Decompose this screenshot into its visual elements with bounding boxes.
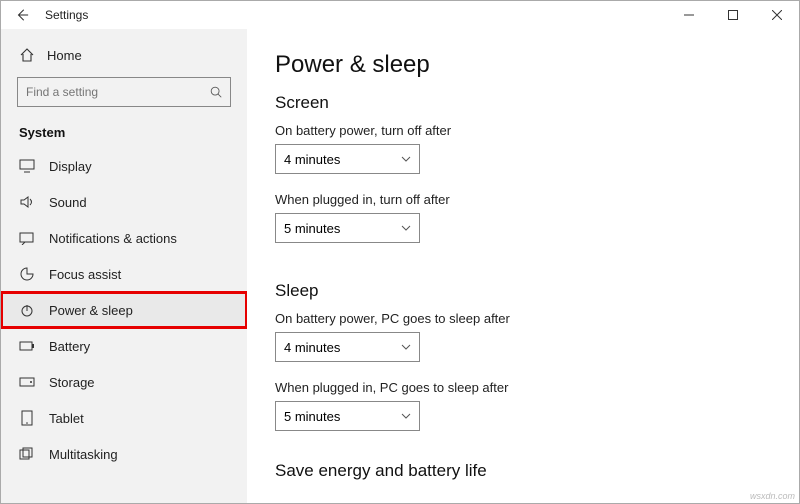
sidebar-item-label: Sound	[49, 195, 87, 210]
sidebar-item-battery[interactable]: Battery	[1, 328, 247, 364]
sleep-battery-dropdown[interactable]: 4 minutes	[275, 332, 420, 362]
focus-icon	[19, 266, 35, 282]
sound-icon	[19, 195, 35, 209]
nav-list: Display Sound Notifications & actions	[1, 148, 247, 503]
search-icon	[209, 85, 223, 99]
save-energy-heading: Save energy and battery life	[275, 461, 799, 481]
sleep-plugged-dropdown[interactable]: 5 minutes	[275, 401, 420, 431]
power-icon	[19, 302, 35, 318]
sidebar-item-notifications[interactable]: Notifications & actions	[1, 220, 247, 256]
settings-window: Settings Home	[0, 0, 800, 504]
sidebar-item-multitasking[interactable]: Multitasking	[1, 436, 247, 472]
search-input[interactable]	[17, 77, 231, 107]
home-nav[interactable]: Home	[1, 39, 247, 71]
dropdown-value: 5 minutes	[284, 409, 340, 424]
chevron-down-icon	[401, 413, 411, 419]
sidebar-item-label: Storage	[49, 375, 95, 390]
dropdown-value: 5 minutes	[284, 221, 340, 236]
sidebar-item-label: Power & sleep	[49, 303, 133, 318]
sleep-battery-label: On battery power, PC goes to sleep after	[275, 311, 799, 326]
maximize-button[interactable]	[711, 1, 755, 29]
sidebar-item-label: Tablet	[49, 411, 84, 426]
back-button[interactable]	[15, 8, 29, 22]
sidebar-item-tablet[interactable]: Tablet	[1, 400, 247, 436]
notifications-icon	[19, 231, 35, 245]
screen-plugged-label: When plugged in, turn off after	[275, 192, 799, 207]
page-title: Power & sleep	[275, 51, 799, 79]
sidebar-item-power[interactable]: Power & sleep	[1, 292, 247, 328]
sidebar-item-label: Notifications & actions	[49, 231, 177, 246]
storage-icon	[19, 376, 35, 388]
minimize-button[interactable]	[667, 1, 711, 29]
screen-heading: Screen	[275, 93, 799, 113]
sidebar-item-storage[interactable]: Storage	[1, 364, 247, 400]
sidebar-item-label: Multitasking	[49, 447, 118, 462]
titlebar: Settings	[1, 1, 799, 29]
category-heading: System	[1, 121, 247, 148]
sleep-heading: Sleep	[275, 281, 799, 301]
close-button[interactable]	[755, 1, 799, 29]
sidebar: Home System Display	[1, 29, 247, 503]
sidebar-item-sound[interactable]: Sound	[1, 184, 247, 220]
sidebar-item-label: Battery	[49, 339, 90, 354]
home-icon	[19, 47, 35, 63]
screen-plugged-dropdown[interactable]: 5 minutes	[275, 213, 420, 243]
display-icon	[19, 159, 35, 173]
home-label: Home	[47, 48, 82, 63]
multitasking-icon	[19, 447, 35, 461]
sleep-plugged-label: When plugged in, PC goes to sleep after	[275, 380, 799, 395]
tablet-icon	[19, 410, 35, 426]
battery-icon	[19, 340, 35, 352]
watermark: wsxdn.com	[750, 491, 795, 501]
sidebar-item-display[interactable]: Display	[1, 148, 247, 184]
chevron-down-icon	[401, 344, 411, 350]
chevron-down-icon	[401, 156, 411, 162]
sidebar-item-label: Focus assist	[49, 267, 121, 282]
chevron-down-icon	[401, 225, 411, 231]
dropdown-value: 4 minutes	[284, 340, 340, 355]
window-controls	[667, 1, 799, 29]
app-title: Settings	[45, 8, 88, 22]
main-content[interactable]: Power & sleep Screen On battery power, t…	[247, 29, 799, 503]
dropdown-value: 4 minutes	[284, 152, 340, 167]
sidebar-item-label: Display	[49, 159, 92, 174]
sidebar-item-focus[interactable]: Focus assist	[1, 256, 247, 292]
screen-battery-dropdown[interactable]: 4 minutes	[275, 144, 420, 174]
screen-battery-label: On battery power, turn off after	[275, 123, 799, 138]
